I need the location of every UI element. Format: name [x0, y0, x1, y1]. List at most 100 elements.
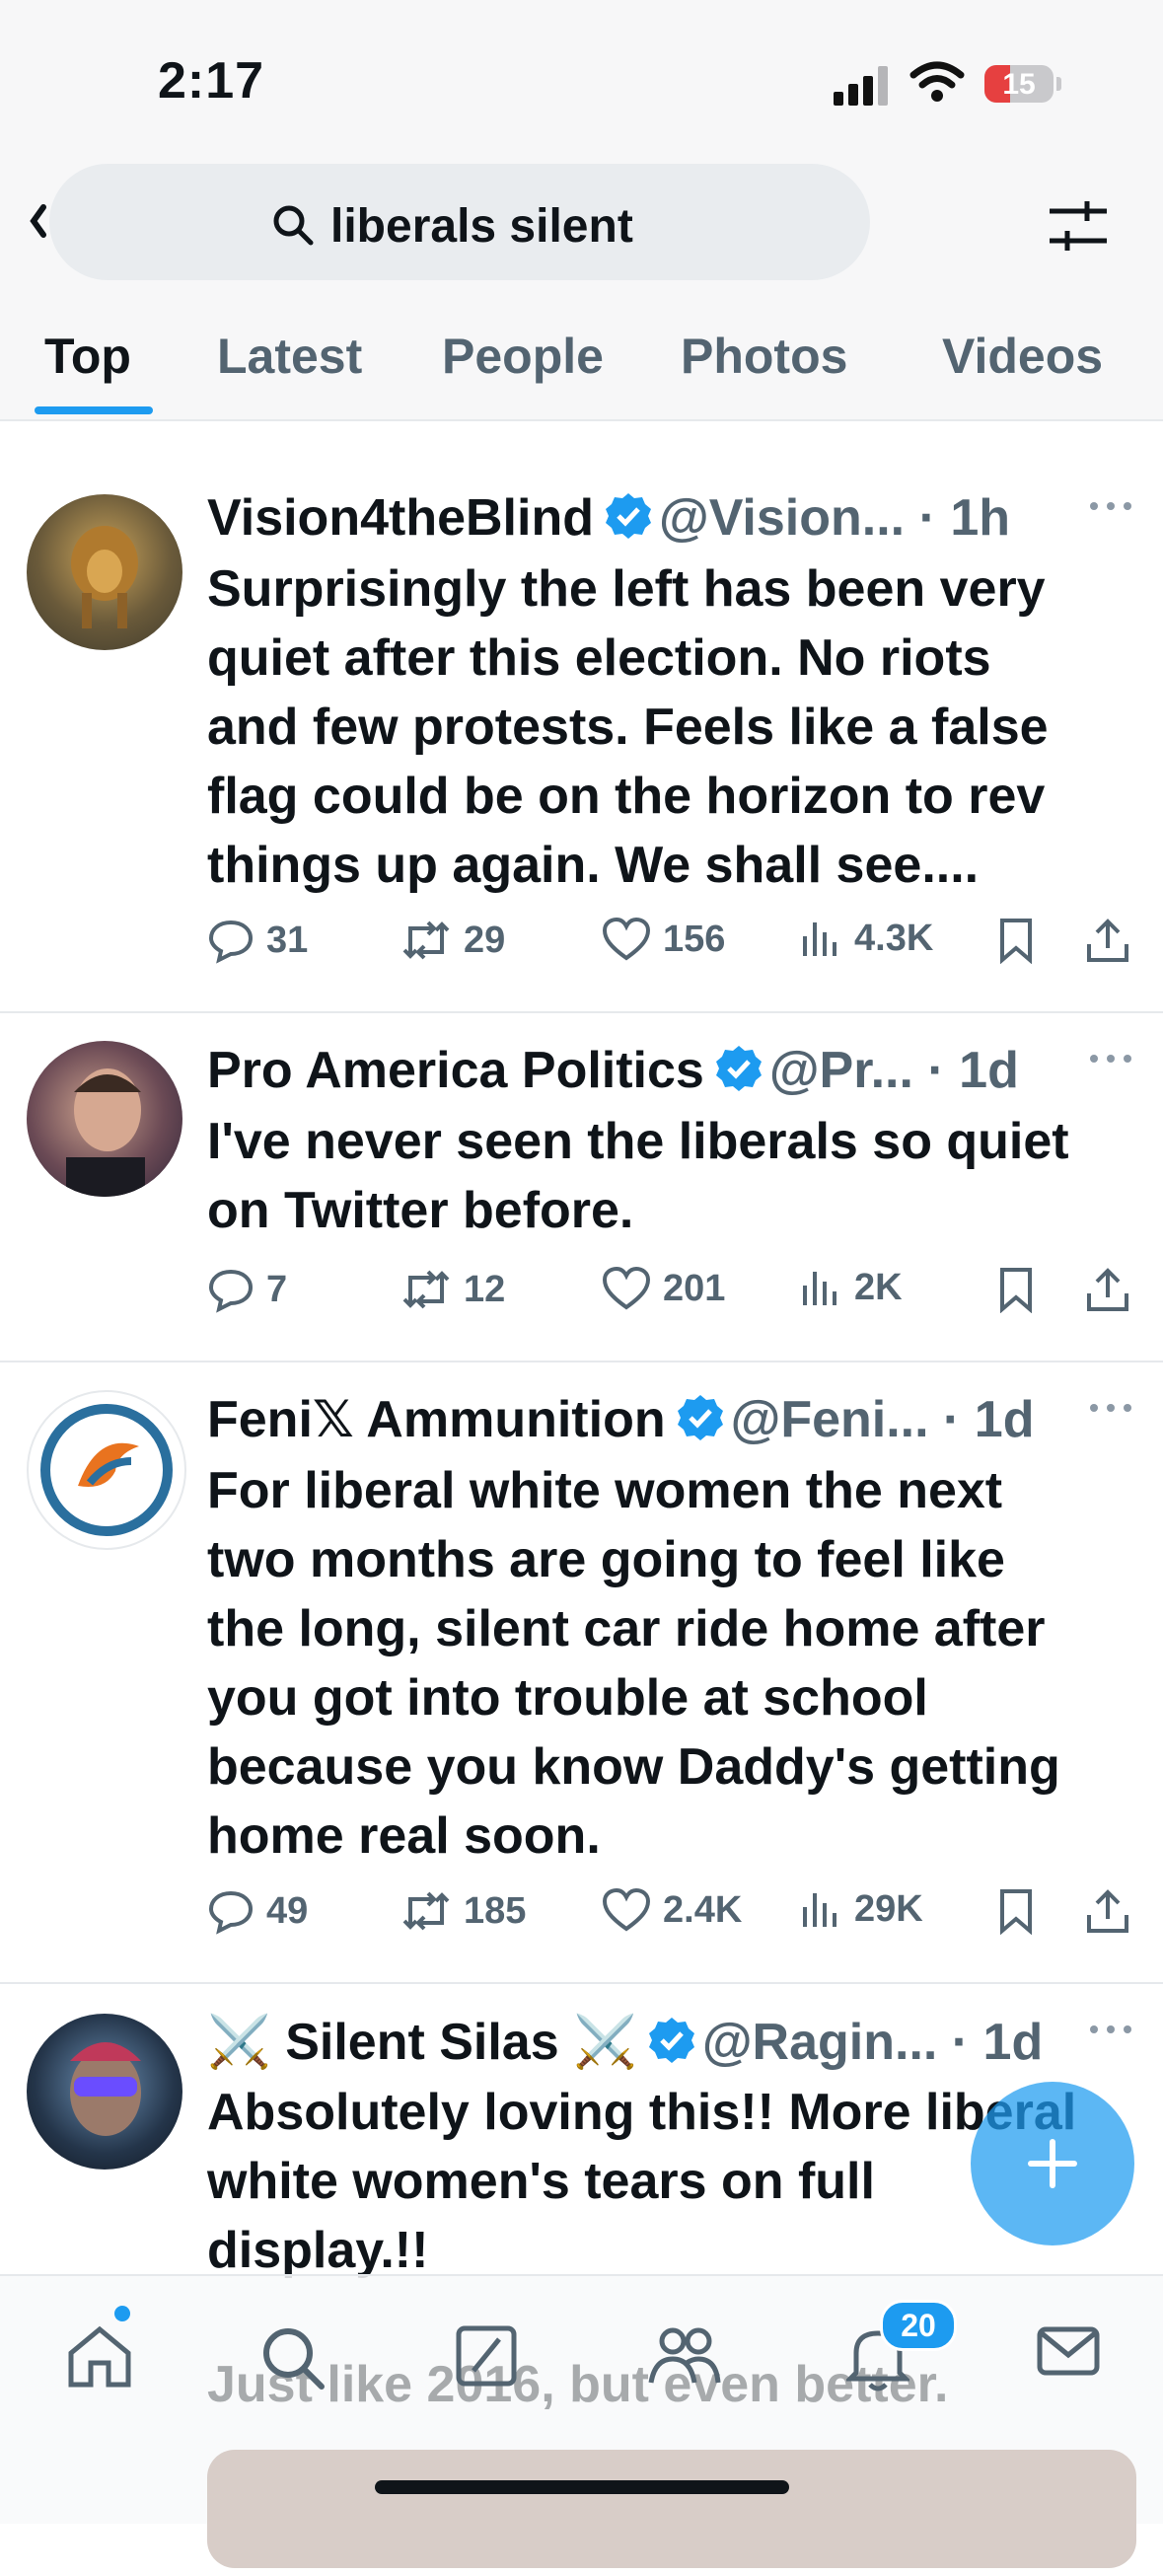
share-button[interactable] — [1085, 1266, 1142, 1313]
verified-badge-icon — [605, 493, 651, 539]
fenix-logo-image — [40, 1404, 173, 1536]
verified-badge-icon — [715, 1046, 762, 1091]
avatar[interactable] — [27, 1390, 186, 1550]
bookmark-icon — [1000, 1268, 1032, 1313]
like-button[interactable]: 156 — [602, 917, 725, 962]
filter-icon[interactable] — [1048, 197, 1109, 255]
tweet-line: For liberal white women the next — [207, 1462, 1003, 1519]
profile-photo — [70, 2042, 141, 2136]
heart-icon — [602, 1266, 651, 1310]
tab-latest[interactable]: Latest — [217, 328, 362, 385]
display-name[interactable]: Pro America Politics — [207, 1042, 704, 1099]
views-icon — [803, 922, 836, 956]
search-icon[interactable] — [258, 2323, 327, 2392]
tweet-header: Feni𝕏 Ammunition @Feni... · 1d — [207, 1390, 1034, 1449]
handle[interactable]: @Ragin... — [702, 2014, 938, 2071]
avatar[interactable] — [27, 1041, 182, 1197]
display-name[interactable]: ⚔️ Silent Silas ⚔️ — [207, 2014, 637, 2071]
more-options-icon[interactable] — [1088, 1053, 1133, 1065]
like-count: 2.4K — [663, 1888, 743, 1931]
tab-photos[interactable]: Photos — [681, 328, 847, 385]
more-options-icon[interactable] — [1088, 500, 1133, 512]
share-icon — [1087, 1889, 1128, 1933]
tab-videos[interactable]: Videos — [942, 328, 1103, 385]
reply-button[interactable]: 49 — [207, 1887, 308, 1935]
bookmark-button[interactable] — [996, 1887, 1048, 1935]
handle[interactable]: @Feni... — [731, 1391, 929, 1448]
reply-icon — [208, 920, 254, 964]
tweet[interactable]: Vision4theBlind @Vision... · 1h Surprisin… — [0, 461, 1163, 1013]
search-icon — [273, 205, 314, 246]
wifi-icon — [909, 61, 965, 102]
tweet-line: Surprisingly the left has been very — [207, 560, 1046, 618]
bookmark-icon — [1000, 1889, 1032, 1935]
like-button[interactable]: 201 — [602, 1266, 725, 1311]
tweet-line: I've never seen the liberals so quiet — [207, 1113, 1069, 1170]
timestamp: · 1d — [927, 1042, 1019, 1099]
repost-count: 185 — [464, 1889, 527, 1932]
verified-badge-icon — [677, 1395, 723, 1440]
reply-button[interactable]: 31 — [207, 917, 308, 964]
view-count: 4.3K — [854, 917, 934, 959]
tweet-header: Pro America Politics @Pr... · 1d — [207, 1041, 1019, 1100]
avatar[interactable] — [27, 2014, 182, 2170]
tweet-line: things up again. We shall see.... — [207, 837, 980, 894]
bookmark-button[interactable] — [996, 917, 1048, 964]
views-icon — [803, 1893, 836, 1927]
tab-people[interactable]: People — [442, 328, 604, 385]
tweet[interactable]: Feni𝕏 Ammunition @Feni... · 1d For libera… — [0, 1362, 1163, 1984]
views-button[interactable]: 4.3K — [799, 917, 933, 960]
repost-button[interactable]: 29 — [400, 917, 505, 964]
reply-button[interactable]: 7 — [207, 1266, 287, 1313]
bookmark-button[interactable] — [996, 1266, 1048, 1313]
tweet[interactable]: Pro America Politics @Pr... · 1d I've nev… — [0, 1013, 1163, 1362]
reply-count: 31 — [266, 919, 309, 961]
tab-top[interactable]: Top — [44, 328, 131, 385]
verified-badge-icon — [648, 2018, 694, 2063]
messages-icon[interactable] — [1036, 2323, 1101, 2379]
tweet-media-image[interactable] — [207, 2450, 1136, 2568]
repost-button[interactable]: 12 — [400, 1266, 505, 1313]
view-count: 29K — [854, 1887, 923, 1930]
share-button[interactable] — [1085, 1887, 1142, 1935]
home-icon[interactable] — [65, 2323, 134, 2389]
search-header: liberals silent Top Latest People Photos… — [0, 158, 1163, 421]
search-tabs: Top Latest People Photos Videos — [0, 306, 1163, 419]
more-options-icon[interactable] — [1088, 2024, 1133, 2035]
tweet-line: on Twitter before. — [207, 1182, 634, 1239]
back-chevron-icon[interactable] — [28, 201, 47, 241]
more-options-icon[interactable] — [1088, 1402, 1133, 1414]
avatar[interactable] — [27, 494, 182, 650]
handle[interactable]: @Pr... — [769, 1042, 913, 1099]
home-indicator — [375, 2480, 789, 2494]
battery-level: 15 — [1002, 68, 1036, 101]
timestamp: · 1d — [943, 1391, 1035, 1448]
share-icon — [1087, 1268, 1128, 1311]
tweet-actions: 49 185 2.4K 29K — [207, 1887, 1154, 1947]
search-query[interactable]: liberals silent — [330, 199, 633, 254]
compose-button[interactable] — [971, 2082, 1134, 2245]
status-time: 2:17 — [158, 52, 265, 110]
share-icon — [1087, 919, 1128, 962]
timestamp: · 1h — [918, 489, 1011, 547]
repost-icon — [402, 1270, 450, 1309]
views-button[interactable]: 29K — [799, 1887, 923, 1931]
communities-icon[interactable] — [647, 2323, 722, 2389]
tweet-line: flag could be on the horizon to rev — [207, 768, 1046, 825]
like-button[interactable]: 2.4K — [602, 1887, 742, 1933]
display-name[interactable]: Feni𝕏 Ammunition — [207, 1391, 666, 1448]
repost-button[interactable]: 185 — [400, 1887, 526, 1935]
profile-photo — [66, 1068, 145, 1197]
reply-count: 49 — [266, 1889, 309, 1932]
handle[interactable]: @Vision... — [659, 489, 905, 547]
views-icon — [803, 1272, 836, 1305]
grok-icon[interactable] — [454, 2323, 519, 2389]
share-button[interactable] — [1085, 917, 1142, 964]
lion-avatar-image — [71, 526, 138, 628]
display-name[interactable]: Vision4theBlind — [207, 489, 594, 547]
reply-count: 7 — [266, 1268, 288, 1310]
status-bar: 2:17 15 — [0, 0, 1163, 158]
search-field[interactable]: liberals silent — [49, 164, 870, 280]
views-button[interactable]: 2K — [799, 1266, 903, 1309]
tweet-line: you got into trouble at school — [207, 1669, 928, 1727]
